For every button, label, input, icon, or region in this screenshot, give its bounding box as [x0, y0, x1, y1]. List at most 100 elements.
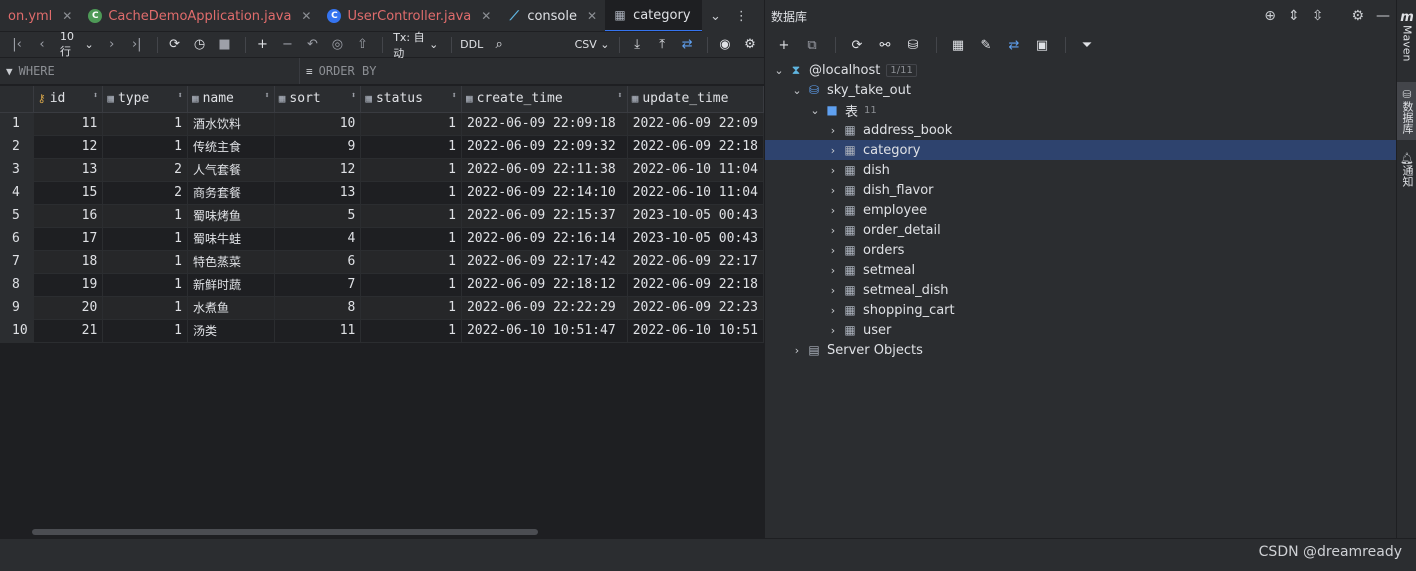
cell-create-time[interactable]: 2022-06-09 22:18:12 — [461, 273, 628, 297]
stop-icon[interactable]: ■ — [214, 34, 236, 56]
cell-name[interactable]: 商务套餐 — [187, 181, 275, 205]
corner-cell[interactable] — [0, 86, 34, 113]
table-row[interactable]: 4 15 2 商务套餐 13 1 2022-06-09 22:14:10 2022-06-10… — [0, 181, 765, 205]
prev-page-icon[interactable]: ‹ — [31, 34, 53, 56]
row-number[interactable]: 9 — [0, 296, 34, 320]
cell-status[interactable]: 1 — [360, 227, 462, 251]
chevron-right-icon[interactable]: › — [825, 324, 841, 337]
cell-name[interactable]: 蜀味牛蛙 — [187, 227, 275, 251]
cell-type[interactable]: 1 — [102, 250, 188, 274]
revert-icon[interactable]: ↶ — [301, 34, 323, 56]
tree-node-table[interactable]: › ▦ order_detail — [765, 220, 1397, 240]
where-filter-input[interactable]: ▼ WHERE — [0, 58, 300, 84]
cell-status[interactable]: 1 — [360, 296, 462, 320]
notifications-tool-tab[interactable]: 🔔︎ 通知 — [1397, 152, 1416, 187]
tree-node-table[interactable]: › ▦ setmeal — [765, 260, 1397, 280]
tree-node-table[interactable]: › ▦ category — [765, 140, 1397, 160]
cell-create-time[interactable]: 2022-06-09 22:15:37 — [461, 204, 628, 228]
cell-status[interactable]: 1 — [360, 273, 462, 297]
chevron-down-icon[interactable]: ⌄ — [710, 9, 721, 24]
cell-create-time[interactable]: 2022-06-09 22:22:29 — [461, 296, 628, 320]
locate-icon[interactable]: ⊕ — [1264, 8, 1276, 24]
cell-update-time[interactable]: 2023-10-05 00:43 — [627, 227, 765, 251]
table-row[interactable]: 9 20 1 水煮鱼 8 1 2022-06-09 22:22:29 2022-06-09 2… — [0, 296, 765, 320]
cell-type[interactable]: 2 — [102, 158, 188, 182]
export-format-select[interactable]: CSV ⌄ — [574, 34, 611, 56]
copy-icon[interactable]: ⧉ — [801, 34, 823, 56]
first-page-icon[interactable]: |‹ — [6, 34, 28, 56]
cell-sort[interactable]: 13 — [274, 181, 362, 205]
cell-name[interactable]: 传统主食 — [187, 135, 275, 159]
column-header-name[interactable]: ▦ name ⬍ — [187, 86, 275, 113]
gear-icon[interactable]: ⚙ — [1351, 8, 1364, 24]
add-datasource-icon[interactable]: + — [773, 34, 795, 56]
tree-node-table[interactable]: › ▦ dish — [765, 160, 1397, 180]
jump-icon[interactable]: ⇄ — [1003, 34, 1025, 56]
more-vertical-icon[interactable]: ⋮ — [735, 9, 748, 24]
editor-tab-class[interactable]: C UserController.java ✕ — [319, 0, 499, 31]
tree-node-table[interactable]: › ▦ setmeal_dish — [765, 280, 1397, 300]
cell-status[interactable]: 1 — [360, 112, 462, 136]
minimize-icon[interactable]: — — [1376, 8, 1390, 24]
row-number[interactable]: 3 — [0, 158, 34, 182]
sort-icon[interactable]: ⬍ — [178, 91, 183, 101]
table-row[interactable]: 3 13 2 人气套餐 12 1 2022-06-09 22:11:38 2022-06-10… — [0, 158, 765, 182]
tx-mode-select[interactable]: Tx: 自动 ⌄ — [389, 31, 442, 60]
close-icon[interactable]: ✕ — [62, 9, 72, 23]
cell-update-time[interactable]: 2023-10-05 00:43 — [627, 204, 765, 228]
cell-sort[interactable]: 10 — [274, 112, 362, 136]
cell-id[interactable]: 15 — [33, 181, 104, 205]
editor-tab-console[interactable]: ⟋ console ✕ — [499, 0, 605, 31]
table-row[interactable]: 10 21 1 汤类 11 1 2022-06-10 10:51:47 2022-06-10 … — [0, 319, 765, 343]
sort-icon[interactable]: ⬍ — [617, 91, 622, 101]
tree-node-table[interactable]: › ▦ dish_flavor — [765, 180, 1397, 200]
next-page-icon[interactable]: › — [101, 34, 123, 56]
editor-tab-spring[interactable]: C CacheDemoApplication.java ✕ — [80, 0, 319, 31]
history-icon[interactable]: ◷ — [189, 34, 211, 56]
row-number[interactable]: 8 — [0, 273, 34, 297]
cell-type[interactable]: 1 — [102, 273, 188, 297]
cell-sort[interactable]: 7 — [274, 273, 362, 297]
column-header-type[interactable]: ▦ type ⬍ — [102, 86, 188, 113]
cell-create-time[interactable]: 2022-06-09 22:11:38 — [461, 158, 628, 182]
tree-node-table[interactable]: › ▦ orders — [765, 240, 1397, 260]
cell-name[interactable]: 新鲜时蔬 — [187, 273, 275, 297]
refresh-icon[interactable]: ⟳ — [846, 34, 868, 56]
cell-status[interactable]: 1 — [360, 250, 462, 274]
cell-update-time[interactable]: 2022-06-10 11:04 — [627, 158, 765, 182]
cell-sort[interactable]: 8 — [274, 296, 362, 320]
edit-icon[interactable]: ✎ — [975, 34, 997, 56]
table-row[interactable]: 2 12 1 传统主食 9 1 2022-06-09 22:09:32 2022-06-09 … — [0, 135, 765, 159]
cell-sort[interactable]: 4 — [274, 227, 362, 251]
row-number[interactable]: 10 — [0, 319, 34, 343]
cell-name[interactable]: 汤类 — [187, 319, 275, 343]
cell-create-time[interactable]: 2022-06-09 22:17:42 — [461, 250, 628, 274]
chevron-right-icon[interactable]: › — [825, 144, 841, 157]
tree-node-tables-folder[interactable]: ⌄ ■ 表 11 — [765, 100, 1397, 120]
search-icon[interactable]: ⌕ — [488, 34, 510, 56]
cell-type[interactable]: 1 — [102, 227, 188, 251]
cell-type[interactable]: 1 — [102, 319, 188, 343]
refresh-icon[interactable]: ⟳ — [164, 34, 186, 56]
close-icon[interactable]: ✕ — [301, 9, 311, 23]
page-size-select[interactable]: 10 行 ⌄ — [56, 30, 98, 58]
tree-node-table[interactable]: › ▦ user — [765, 320, 1397, 340]
table-row[interactable]: 8 19 1 新鲜时蔬 7 1 2022-06-09 22:18:12 2022-06-09 … — [0, 273, 765, 297]
tree-node-table[interactable]: › ▦ shopping_cart — [765, 300, 1397, 320]
cell-create-time[interactable]: 2022-06-09 22:16:14 — [461, 227, 628, 251]
cell-id[interactable]: 13 — [33, 158, 104, 182]
database-tool-tab[interactable]: ⛁ 数据库 — [1397, 82, 1416, 140]
row-number[interactable]: 5 — [0, 204, 34, 228]
chevron-right-icon[interactable]: › — [825, 304, 841, 317]
cell-type[interactable]: 1 — [102, 135, 188, 159]
cell-id[interactable]: 11 — [33, 112, 104, 136]
horizontal-scrollbar[interactable] — [0, 526, 764, 538]
last-page-icon[interactable]: ›| — [126, 34, 148, 56]
chevron-right-icon[interactable]: › — [825, 204, 841, 217]
maven-tool-tab[interactable]: m Maven — [1397, 10, 1416, 61]
cell-id[interactable]: 18 — [33, 250, 104, 274]
sort-icon[interactable]: ⬍ — [351, 91, 356, 101]
cell-type[interactable]: 1 — [102, 296, 188, 320]
chevron-right-icon[interactable]: › — [825, 224, 841, 237]
cell-update-time[interactable]: 2022-06-09 22:17 — [627, 250, 765, 274]
